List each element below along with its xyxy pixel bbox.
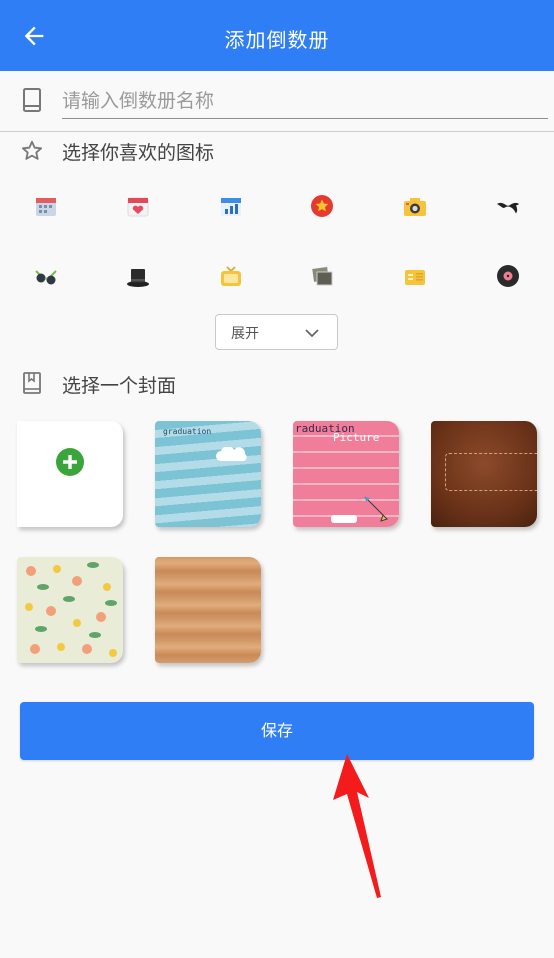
chevron-down-icon bbox=[305, 329, 319, 338]
divider bbox=[0, 131, 554, 132]
bookmark-book-icon bbox=[23, 372, 41, 394]
pagination-dots bbox=[331, 515, 357, 523]
calendar-icon[interactable] bbox=[26, 186, 66, 226]
heart-calendar-icon[interactable] bbox=[118, 186, 158, 226]
top-hat-icon[interactable] bbox=[118, 256, 158, 296]
photos-icon[interactable] bbox=[302, 256, 342, 296]
cover-floral[interactable] bbox=[17, 557, 123, 663]
cover-caption: graduation bbox=[163, 427, 212, 436]
annotation-arrow-icon bbox=[333, 754, 381, 898]
camera-icon[interactable] bbox=[395, 186, 435, 226]
tv-icon[interactable] bbox=[211, 256, 251, 296]
expand-label: 展开 bbox=[231, 326, 259, 342]
app-bar: 添加倒数册 bbox=[0, 0, 554, 71]
add-cover-button[interactable] bbox=[17, 421, 123, 527]
plus-circle-icon bbox=[56, 448, 84, 476]
sunglasses-icon[interactable] bbox=[26, 256, 66, 296]
cover-pink[interactable]: raduation Picture bbox=[293, 421, 399, 527]
book-icon bbox=[23, 88, 41, 112]
vinyl-record-icon[interactable] bbox=[488, 256, 528, 296]
cover-wood[interactable] bbox=[155, 557, 261, 663]
floral-pattern bbox=[25, 562, 117, 657]
leather-stitch bbox=[445, 453, 537, 491]
save-button[interactable]: 保存 bbox=[20, 702, 534, 760]
chart-calendar-icon[interactable] bbox=[211, 186, 251, 226]
cloud-icon bbox=[216, 447, 247, 461]
cover-section-title: 选择一个封面 bbox=[62, 375, 177, 397]
cover-leather[interactable] bbox=[431, 421, 537, 527]
cover-caption-2: Picture bbox=[333, 431, 380, 444]
mustache-icon[interactable] bbox=[488, 186, 528, 226]
name-input[interactable] bbox=[62, 83, 548, 119]
pencil-icon bbox=[364, 496, 388, 522]
page-title: 添加倒数册 bbox=[224, 28, 330, 52]
cover-stripes[interactable]: graduation bbox=[155, 421, 261, 527]
star-badge-icon[interactable] bbox=[302, 186, 342, 226]
radio-icon[interactable] bbox=[395, 256, 435, 296]
star-outline-icon bbox=[22, 140, 42, 160]
name-field-row bbox=[0, 79, 554, 131]
expand-button[interactable]: 展开 bbox=[215, 314, 338, 350]
icon-section-title: 选择你喜欢的图标 bbox=[62, 142, 215, 164]
